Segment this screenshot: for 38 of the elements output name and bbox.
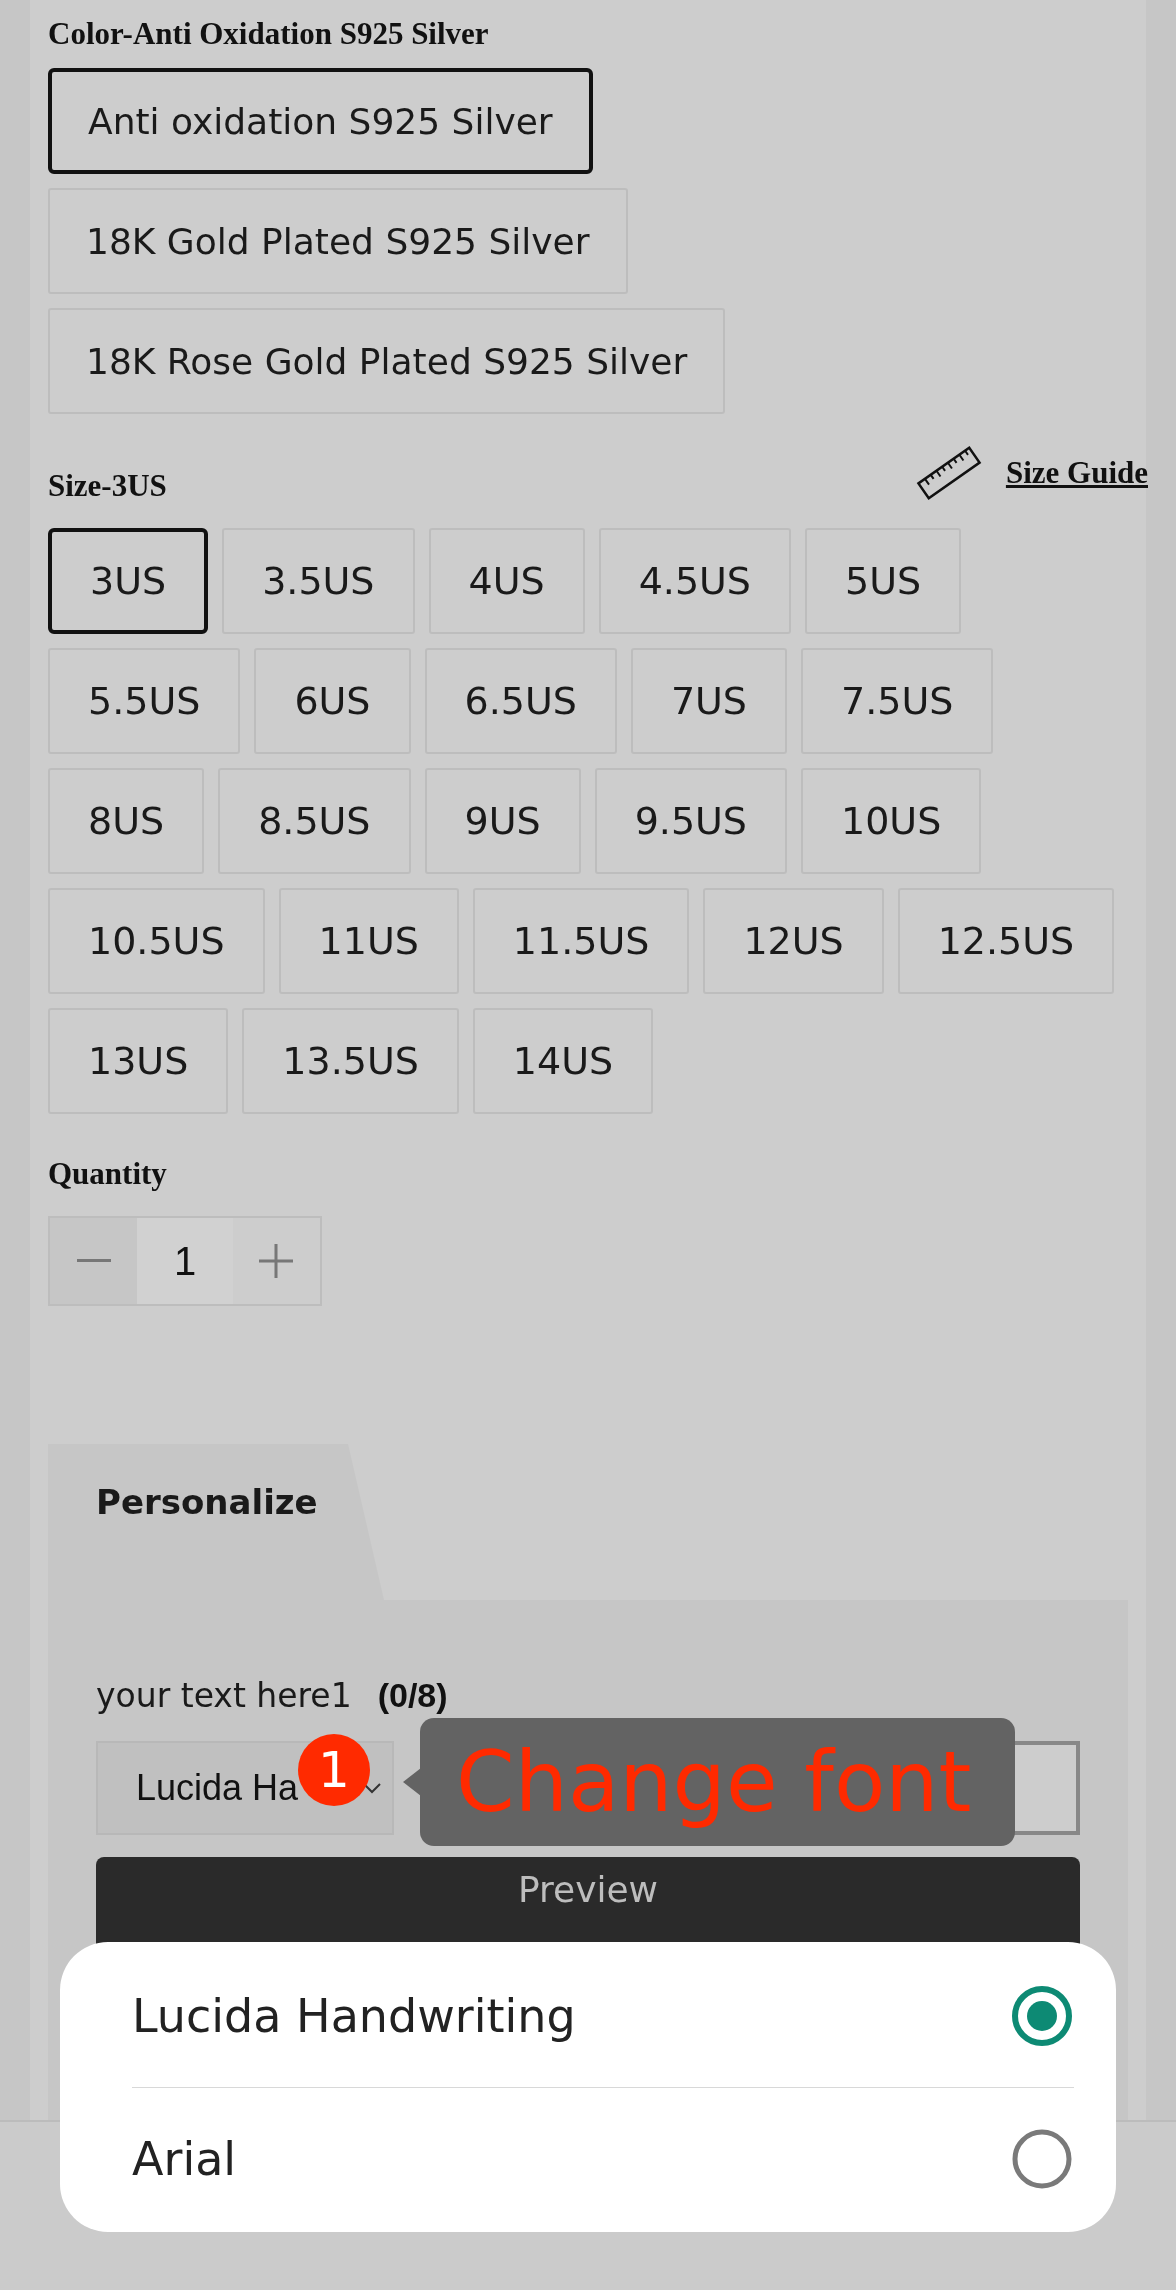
size-option[interactable]: 7US — [630, 648, 787, 754]
option-label: Color-Anti Oxidation S925 Silver — [48, 16, 489, 52]
size-guide-link[interactable]: Size Guide — [1005, 455, 1148, 491]
quantity-value[interactable]: 1 — [137, 1218, 233, 1304]
tab-label: Personalize — [96, 1482, 318, 1522]
size-option[interactable]: 4US — [428, 528, 585, 634]
size-option[interactable]: 10US — [801, 768, 982, 874]
option-label: Size-3US — [48, 468, 167, 504]
size-option[interactable]: 12US — [703, 888, 884, 994]
size-option[interactable]: 11.5US — [472, 888, 690, 994]
size-option[interactable]: 13.5US — [242, 1008, 459, 1114]
size-option[interactable]: 13US — [48, 1008, 229, 1114]
color-option[interactable]: 18K Gold Plated S925 Silver — [48, 188, 628, 294]
font-option[interactable]: Arial — [132, 2131, 237, 2186]
size-option[interactable]: 3US — [48, 528, 209, 634]
size-option[interactable]: 12.5US — [897, 888, 1115, 994]
size-option[interactable]: 9.5US — [594, 768, 787, 874]
field-label: your text here1 — [96, 1676, 352, 1715]
size-option[interactable]: 9US — [424, 768, 581, 874]
size-option[interactable]: 8.5US — [218, 768, 411, 874]
font-option[interactable]: Lucida Handwriting — [132, 1988, 576, 2043]
size-option[interactable]: 4.5US — [598, 528, 791, 634]
quantity-label: Quantity — [48, 1156, 167, 1192]
change-font-tooltip: Change font — [420, 1718, 1015, 1846]
personalize-tab[interactable]: Personalize — [48, 1444, 384, 1600]
color-option[interactable]: Anti oxidation S925 Silver — [48, 68, 593, 174]
character-counter: (0/8) — [377, 1676, 448, 1715]
size-option[interactable]: 11US — [278, 888, 459, 994]
size-option[interactable]: 5US — [805, 528, 962, 634]
color-option[interactable]: 18K Rose Gold Plated S925 Silver — [48, 308, 726, 414]
size-option[interactable]: 6US — [254, 648, 411, 754]
size-option[interactable]: 3.5US — [222, 528, 415, 634]
size-option[interactable]: 14US — [472, 1008, 654, 1114]
size-option[interactable]: 8US — [48, 768, 205, 874]
size-option[interactable]: 10.5US — [48, 888, 265, 994]
size-option[interactable]: 7.5US — [801, 648, 994, 754]
size-option[interactable]: 5.5US — [48, 648, 241, 754]
size-option[interactable]: 6.5US — [424, 648, 617, 754]
